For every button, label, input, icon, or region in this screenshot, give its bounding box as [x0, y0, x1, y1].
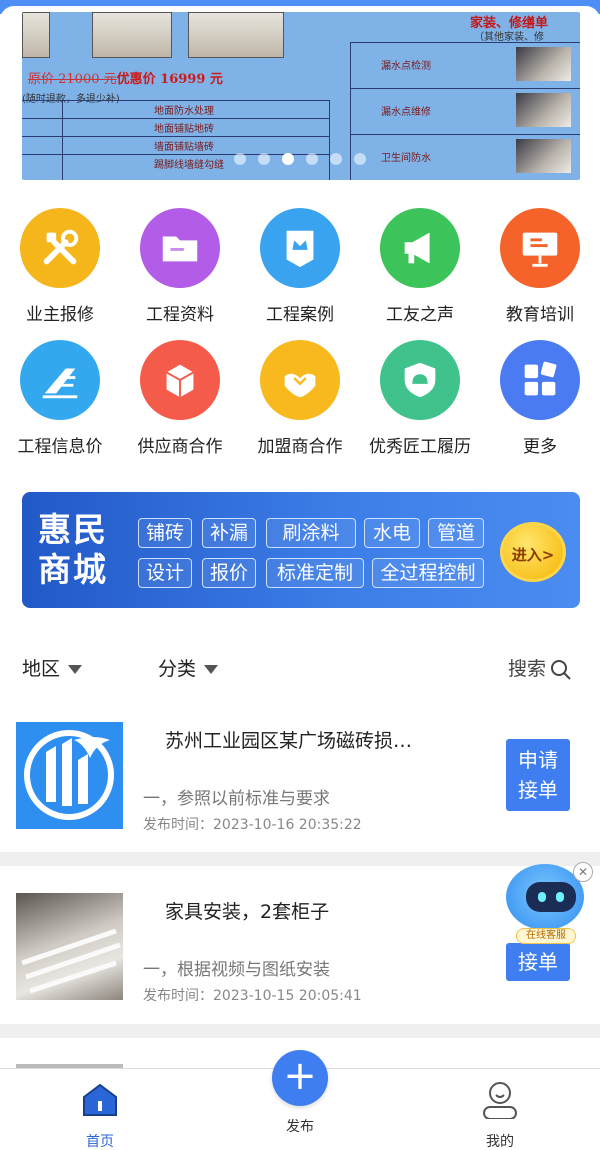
banner-right-subtitle: （其他家装、修: [474, 32, 544, 43]
list-divider: [0, 1024, 600, 1038]
publish-button[interactable]: +: [272, 1050, 328, 1106]
grid-item-label: 供应商合作: [137, 437, 223, 457]
grid-item-worker-voice[interactable]: 工友之声: [360, 208, 480, 328]
banner-left-table: 地面防水处理 地面铺贴地砖 墙面铺贴墙砖 踢脚线墙缝勾缝: [22, 100, 330, 180]
dropdown-arrow-icon: [68, 665, 83, 674]
carousel-dot[interactable]: [330, 153, 342, 165]
item-publish-time: 发布时间：2023-10-15 20:05:41: [143, 988, 362, 1004]
region-filter[interactable]: 地区: [22, 654, 83, 681]
grid-item-label: 优秀匠工履历: [369, 437, 471, 457]
item-description: 一，参照以前标准与要求: [143, 789, 330, 809]
carousel-dot[interactable]: [354, 153, 366, 165]
accept-order-button[interactable]: 接单: [506, 943, 570, 981]
item-title: 苏州工业园区某广场磁砖损…: [165, 730, 413, 752]
carousel-dot[interactable]: [306, 153, 318, 165]
tab-mine[interactable]: 我的: [440, 1079, 560, 1150]
mall-tag: 全过程控制: [372, 558, 484, 588]
grid-item-education-training[interactable]: 教育培训: [480, 208, 600, 328]
promo-banner-carousel[interactable]: 原价 21000 元优惠价 16999 元 (随时退款，多退少补) 地面防水处理…: [22, 12, 580, 180]
grid-item-label: 加盟商合作: [257, 437, 343, 457]
mall-tag: 报价: [202, 558, 256, 588]
search-icon: [551, 659, 571, 680]
grid-item-label: 教育培训: [506, 305, 574, 325]
repair-tools-icon: [20, 208, 100, 288]
grid-item-label: 工友之声: [386, 305, 454, 325]
grid-item-label: 工程资料: [146, 305, 214, 325]
price-chart-icon: [20, 340, 100, 420]
mall-tag: 管道: [428, 518, 484, 548]
carousel-indicator: [234, 153, 366, 165]
carousel-dot-active[interactable]: [282, 153, 294, 165]
grid-item-owner-repair[interactable]: 业主报修: [0, 208, 120, 328]
blocks-icon: [500, 340, 580, 420]
customer-service-badge: 在线客服: [516, 928, 576, 944]
mall-tag: 设计: [138, 558, 192, 588]
mall-tag: 铺砖: [138, 518, 192, 548]
close-icon[interactable]: ✕: [573, 862, 593, 882]
presentation-board-icon: [500, 208, 580, 288]
filter-bar: 地区 分类 搜索: [0, 648, 600, 688]
banner-price: 原价 21000 元优惠价 16999 元: [28, 72, 223, 87]
grid-item-label: 更多: [523, 437, 557, 457]
item-publish-time: 发布时间：2023-10-16 20:35:22: [143, 817, 362, 833]
dropdown-arrow-icon: [204, 665, 219, 674]
handshake-icon: [260, 340, 340, 420]
user-profile-icon: [483, 1082, 517, 1120]
mall-enter-button[interactable]: 进入>: [500, 522, 566, 582]
helmet-shield-icon: [380, 340, 460, 420]
package-box-icon: [140, 340, 220, 420]
item-description: 一，根据视频与图纸安装: [143, 960, 330, 980]
folder-icon: [140, 208, 220, 288]
banner-kitchen-photo-3: [188, 12, 284, 58]
grid-item-engineering-cases[interactable]: 工程案例: [240, 208, 360, 328]
crown-badge-icon: [260, 208, 340, 288]
cabinet-photo-thumbnail: [16, 893, 123, 1000]
grid-item-more[interactable]: 更多: [480, 340, 600, 460]
mall-tag: 标准定制: [266, 558, 364, 588]
search-button[interactable]: 搜索: [508, 654, 572, 681]
mall-tag: 补漏: [202, 518, 256, 548]
banner-right-table: 漏水点检测 漏水点维修 卫生间防水: [350, 42, 580, 180]
grid-item-label: 工程案例: [266, 305, 334, 325]
mall-tag: 刷涂料: [266, 518, 356, 548]
carousel-dot[interactable]: [234, 153, 246, 165]
home-icon: [83, 1083, 117, 1116]
grid-item-price-info[interactable]: 工程信息价: [0, 340, 120, 460]
mall-tag: 水电: [364, 518, 420, 548]
item-title: 家具安装，2套柜子: [165, 901, 330, 923]
grid-item-engineering-docs[interactable]: 工程资料: [120, 208, 240, 328]
company-logo-thumbnail: [16, 722, 123, 829]
banner-kitchen-photo-1: [22, 12, 50, 58]
online-customer-service-widget[interactable]: 在线客服 ✕: [500, 862, 593, 944]
mall-title: 惠民商城: [38, 510, 108, 589]
grid-item-craftsman-resume[interactable]: 优秀匠工履历: [360, 340, 480, 460]
tab-home[interactable]: 首页: [40, 1079, 160, 1150]
megaphone-icon: [380, 208, 460, 288]
grid-item-supplier[interactable]: 供应商合作: [120, 340, 240, 460]
carousel-dot[interactable]: [258, 153, 270, 165]
category-filter[interactable]: 分类: [158, 654, 219, 681]
publish-label: 发布: [286, 1119, 314, 1135]
banner-kitchen-photo-2: [92, 12, 172, 58]
grid-item-franchise[interactable]: 加盟商合作: [240, 340, 360, 460]
huimin-mall-banner[interactable]: 惠民商城 铺砖 补漏 刷涂料 水电 管道 设计 报价 标准定制 全过程控制 进入…: [22, 492, 580, 608]
apply-order-button[interactable]: 申请 接单: [506, 739, 570, 811]
